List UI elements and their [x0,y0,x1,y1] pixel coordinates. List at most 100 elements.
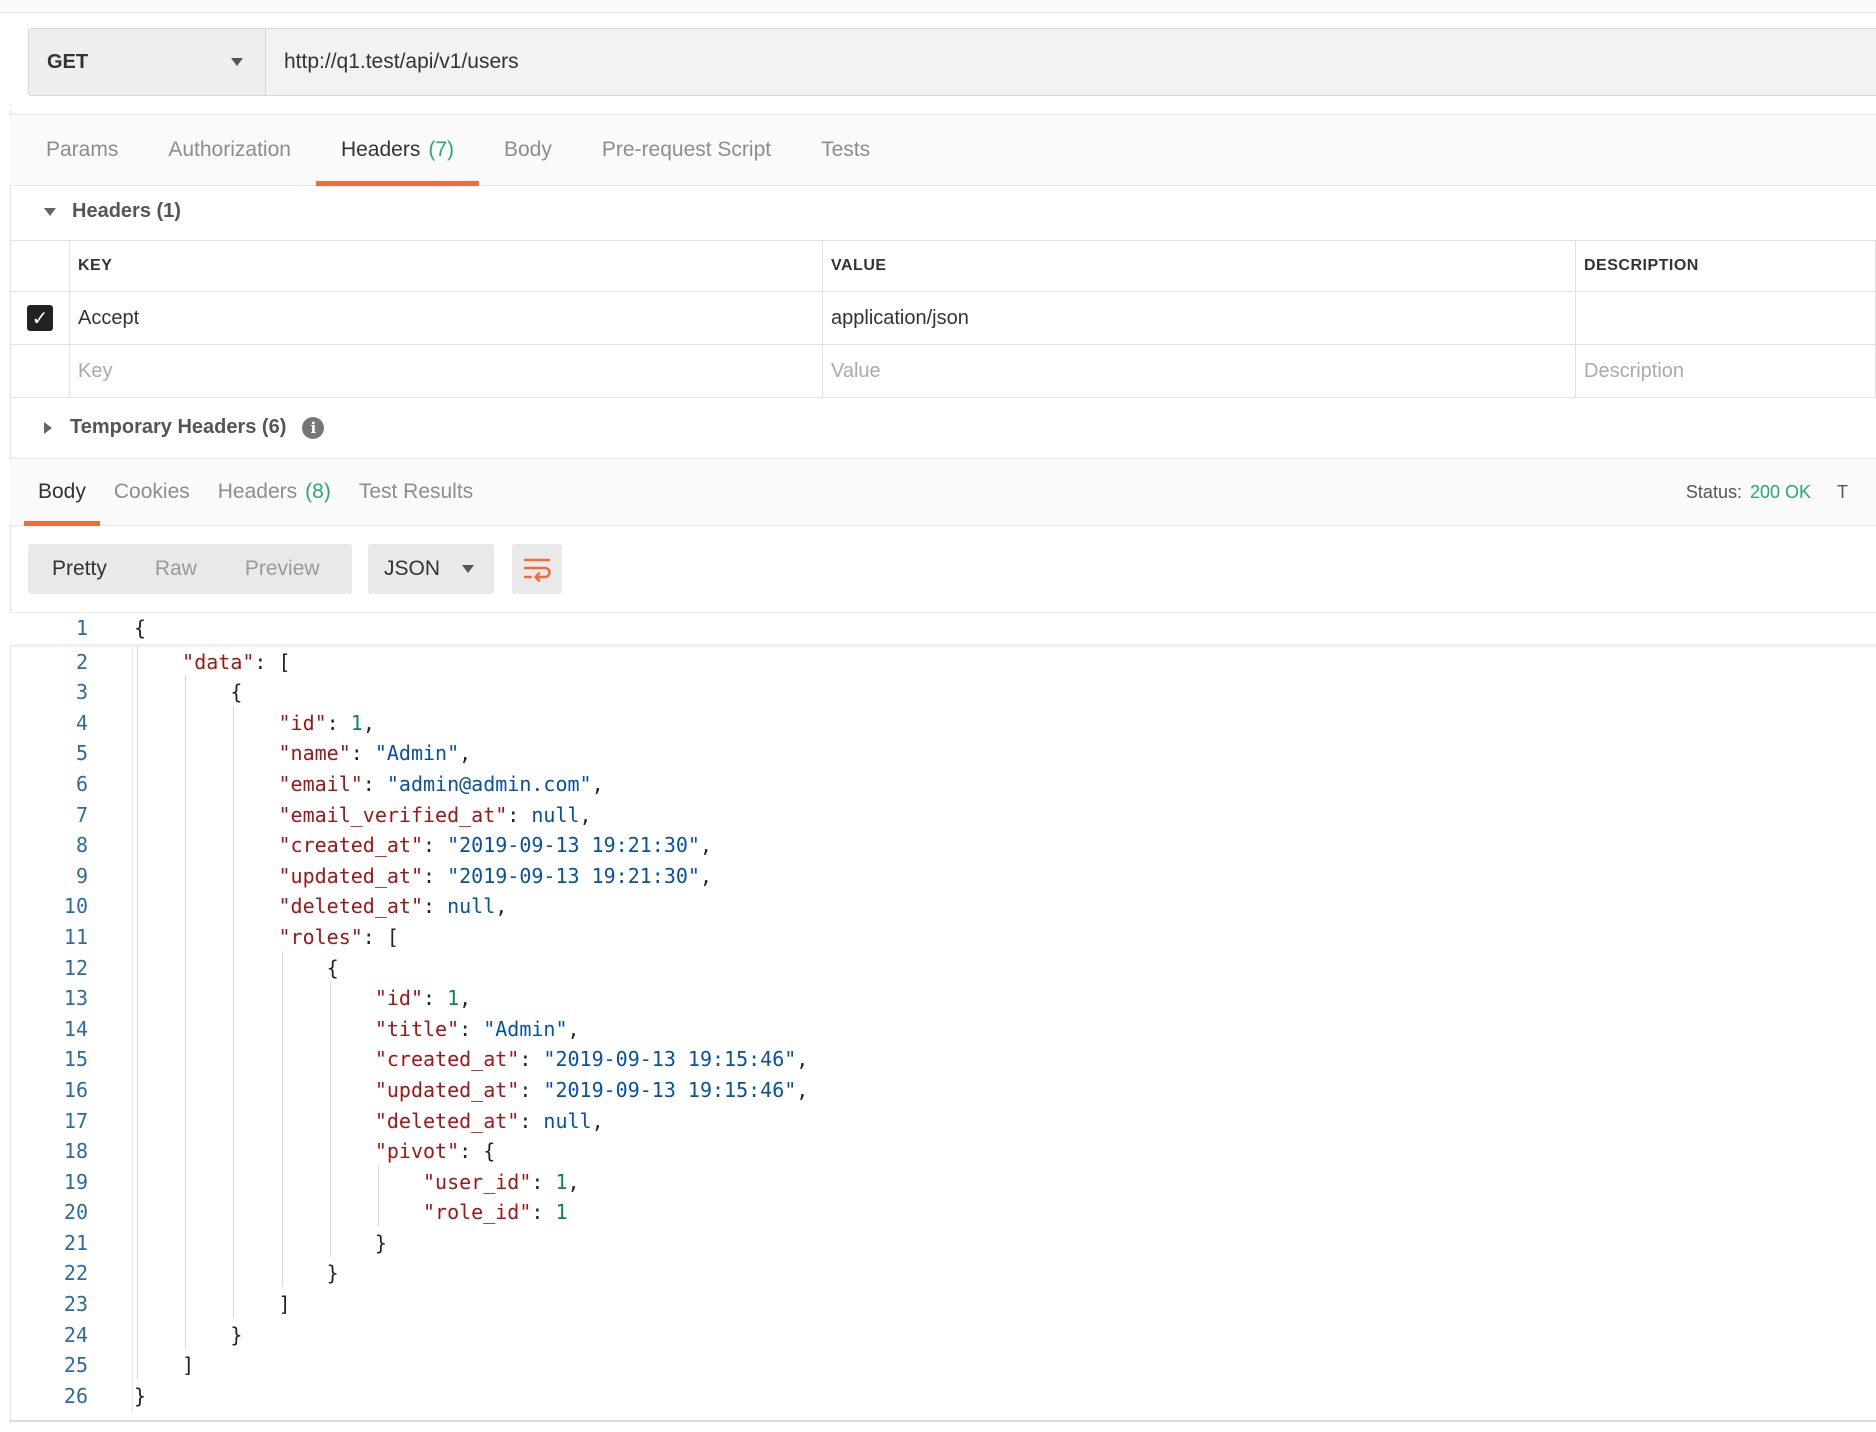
line-number: 5 [75,741,88,766]
request-tabs-bar: Params Authorization Headers (7) Body Pre… [10,114,1876,186]
value-column-header: VALUE [822,240,1576,292]
method-select[interactable]: GET [29,29,266,95]
wrap-lines-button[interactable] [512,544,562,594]
line-number: 4 [75,710,88,735]
tab-label: Body [38,480,86,503]
line-number: 1 [75,616,88,640]
line-number: 15 [63,1047,88,1072]
tab-body[interactable]: Body [479,115,577,185]
chevron-down-icon [462,565,474,573]
code-text: } [134,1383,147,1408]
indent-guide [137,644,138,1379]
code-text: { [134,616,147,640]
info-icon[interactable]: i [302,416,325,439]
table-row-empty: Key Value Description [10,344,1876,398]
line-number: 10 [63,894,88,919]
format-select[interactable]: JSON [368,544,494,594]
response-body-viewer[interactable]: 1{2 "data": [3 {4 "id": 1, 5 "name": "Adm… [10,612,1876,1412]
code-text: "updated_at": "2019-09-13 19:21:30", [278,863,713,888]
line-number: 8 [75,833,88,858]
description-column-header: DESCRIPTION [1575,240,1876,292]
header-key-cell[interactable]: Accept [69,291,823,345]
code-line: 21 } [10,1228,1876,1259]
line-number: 19 [63,1169,88,1194]
code-text: "created_at": "2019-09-13 19:15:46", [374,1047,809,1072]
tab-label: Authorization [168,138,291,161]
tab-authorization[interactable]: Authorization [143,115,316,185]
top-divider [0,0,1876,13]
code-line: 11 "roles": [ [10,922,1876,953]
tab-label: Tests [821,138,871,161]
code-line: 24 } [10,1320,1876,1351]
code-line: 13 "id": 1, [10,983,1876,1014]
line-number: 23 [63,1292,88,1317]
line-number: 3 [75,680,88,705]
response-tabs-bar: Body Cookies Headers (8) Test Results Sta… [10,458,1876,526]
line-number: 20 [63,1200,88,1225]
code-line: 7 "email_verified_at": null, [10,800,1876,831]
tab-response-headers[interactable]: Headers (8) [204,459,345,525]
url-input[interactable]: http://q1.test/api/v1/users [266,29,1876,95]
code-line: 25 ] [10,1350,1876,1381]
line-number: 2 [75,649,88,674]
tab-label: Headers [217,480,298,503]
view-raw-button[interactable]: Raw [131,544,221,594]
line-number: 14 [63,1016,88,1041]
code-line: 6 "email": "admin@admin.com", [10,769,1876,800]
code-line: 9 "updated_at": "2019-09-13 19:21:30", [10,861,1876,892]
code-line: 16 "updated_at": "2019-09-13 19:15:46", [10,1075,1876,1106]
line-number: 25 [63,1353,88,1378]
header-description-cell[interactable] [1575,291,1876,345]
line-number: 9 [75,863,88,888]
line-number: 7 [75,802,88,827]
tab-pre-request-script[interactable]: Pre-request Script [577,115,796,185]
code-line: 12 { [10,953,1876,984]
code-text: "created_at": "2019-09-13 19:21:30", [278,833,713,858]
line-number: 26 [63,1383,88,1408]
key-placeholder-input[interactable]: Key [69,344,823,398]
line-number: 11 [63,924,88,949]
code-line: 22 } [10,1258,1876,1289]
code-line: 2 "data": [ [10,647,1876,678]
headers-section-toggle[interactable]: Headers (1) [44,200,181,223]
header-value-cell[interactable]: application/json [822,291,1576,345]
code-line: 17 "deleted_at": null, [10,1106,1876,1137]
line-number: 13 [63,986,88,1011]
checkbox-column-header [10,240,70,292]
code-text: ] [134,1292,291,1317]
value-placeholder-input[interactable]: Value [822,344,1576,398]
view-preview-button[interactable]: Preview [221,544,344,594]
key-column-header: KEY [69,240,823,292]
tab-count: (7) [428,138,454,161]
tab-headers[interactable]: Headers (7) [315,115,480,186]
tab-response-body[interactable]: Body [24,459,100,526]
tab-test-results[interactable]: Test Results [345,459,487,525]
code-text: } [134,1322,243,1347]
tab-count: (8) [305,480,331,503]
tab-tests[interactable]: Tests [796,115,895,185]
temporary-headers-toggle[interactable]: Temporary Headers (6) i [44,416,325,439]
line-number: 21 [63,1230,88,1255]
caret-down-icon [44,207,56,216]
view-pretty-button[interactable]: Pretty [28,544,131,594]
description-placeholder-input[interactable]: Description [1575,344,1876,398]
code-text: "updated_at": "2019-09-13 19:15:46", [374,1077,809,1102]
code-line: 4 "id": 1, [10,708,1876,739]
code-line: 23 ] [10,1289,1876,1320]
temporary-headers-title: Temporary Headers (6) [70,416,287,438]
wrap-lines-icon [523,558,551,582]
tab-params[interactable]: Params [46,115,143,185]
tab-response-cookies[interactable]: Cookies [100,459,204,525]
line-number: 22 [63,1261,88,1286]
bottom-divider [10,1420,1876,1422]
table-row: ✓ Accept application/json [10,291,1876,345]
checkbox-checked-icon[interactable]: ✓ [27,305,53,331]
indent-guide [378,1164,379,1226]
code-line: 14 "title": "Admin", [10,1014,1876,1045]
code-text: "user_id": 1, [422,1169,580,1194]
code-text: { [134,955,339,980]
code-line: 18 "pivot": { [10,1136,1876,1167]
format-label: JSON [384,557,441,580]
tab-label: Pre-request Script [601,138,772,161]
code-text: "pivot": { [374,1139,496,1164]
